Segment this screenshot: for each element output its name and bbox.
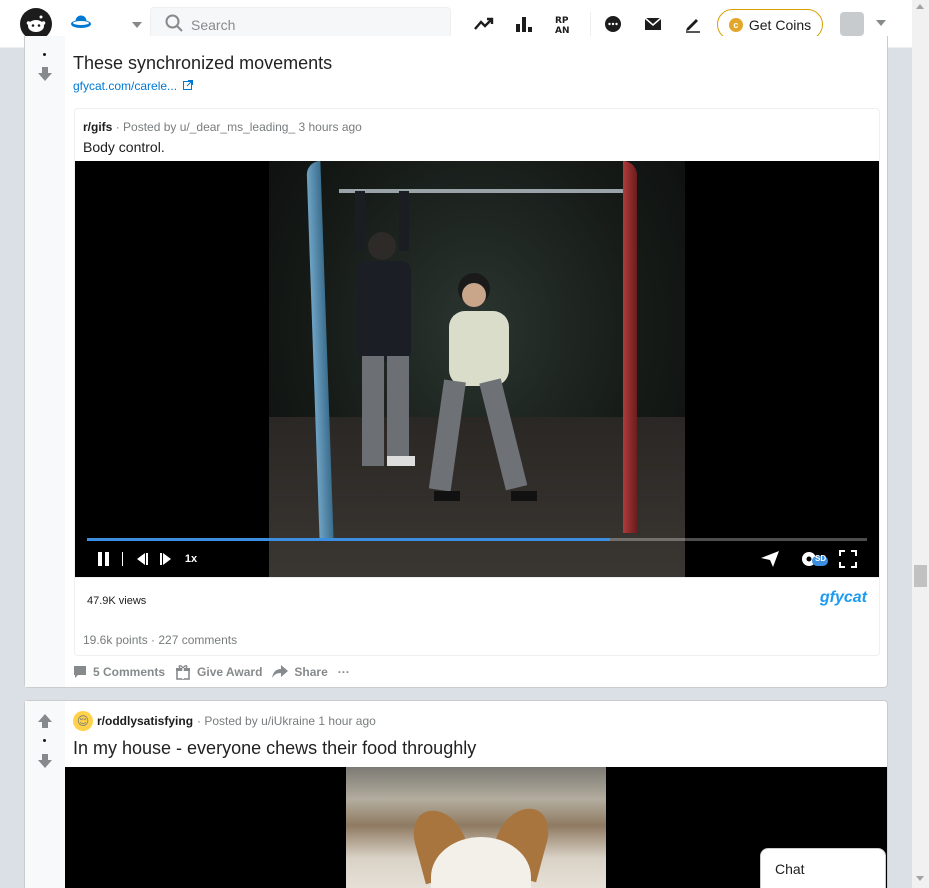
share-label: Share (294, 665, 328, 679)
video-progress-fill[interactable] (87, 538, 610, 541)
vote-column (25, 36, 65, 687)
popular-icon[interactable] (472, 12, 496, 36)
gfycat-logo[interactable]: gfycat (820, 589, 867, 607)
posted-by: · Posted by u/iUkraine 1 hour ago (197, 714, 376, 728)
downvote-icon[interactable] (37, 66, 53, 82)
post-title[interactable]: In my house - everyone chews their food … (73, 738, 476, 759)
subreddit-link[interactable]: r/oddlysatisfying (97, 714, 193, 728)
embed-title[interactable]: Body control. (83, 139, 165, 155)
embedded-post[interactable]: r/gifs · Posted by u/_dear_ms_leading_ 3… (74, 108, 880, 656)
header-divider (590, 12, 591, 36)
chat-label: Chat (775, 861, 805, 877)
send-icon[interactable] (759, 549, 781, 569)
post-actions: 5 Comments Give Award Share ··· (73, 662, 360, 682)
chat-window-tab[interactable]: Chat (760, 848, 886, 888)
create-post-icon[interactable] (681, 12, 705, 36)
scroll-down-arrow-icon[interactable] (916, 876, 924, 881)
vote-score-dot (43, 53, 46, 56)
comments-button[interactable]: 5 Comments (73, 665, 165, 679)
post-card[interactable]: 😌 r/oddlysatisfying · Posted by u/iUkrai… (24, 700, 888, 888)
embed-subreddit[interactable]: r/gifs (83, 120, 112, 134)
quality-settings-icon[interactable]: SD (799, 549, 829, 569)
fullscreen-icon[interactable] (837, 549, 859, 569)
get-coins-label: Get Coins (748, 16, 812, 33)
subreddit-icon[interactable]: 😌 (73, 711, 93, 731)
vote-score-dot (43, 739, 46, 742)
view-count: 47.9K views (87, 595, 147, 607)
playback-speed-button[interactable]: 1x (181, 549, 201, 569)
svg-text:RP: RP (555, 16, 569, 26)
search-icon (165, 14, 183, 37)
search-placeholder: Search (191, 17, 236, 33)
video-pole-right (623, 161, 637, 533)
vote-column (25, 701, 65, 888)
embed-meta: r/gifs · Posted by u/_dear_ms_leading_ 3… (83, 120, 362, 134)
chat-icon[interactable] (601, 12, 625, 36)
post-image-content (346, 767, 606, 888)
upvote-icon[interactable] (37, 713, 53, 729)
give-award-button[interactable]: Give Award (175, 664, 262, 680)
controls-divider (121, 549, 123, 569)
coin-icon: c (728, 17, 743, 32)
comment-icon (74, 666, 86, 678)
video-person-standing (429, 273, 537, 501)
home-feed-dropdown[interactable] (68, 12, 148, 38)
downvote-icon[interactable] (37, 753, 53, 769)
post-meta: 😌 r/oddlysatisfying · Posted by u/iUkrai… (73, 711, 376, 731)
scroll-up-arrow-icon[interactable] (916, 4, 924, 9)
post-link-text: gfycat.com/carele... (73, 79, 178, 93)
embed-footer: 47.9K views gfycat (75, 577, 879, 621)
next-frame-icon[interactable] (157, 549, 175, 569)
embed-posted-by: · Posted by u/_dear_ms_leading_ 3 hours … (115, 120, 362, 134)
embed-stats: 19.6k points · 227 comments (83, 633, 238, 647)
comments-label: 5 Comments (93, 665, 166, 679)
chevron-down-icon (132, 22, 142, 28)
rpan-icon[interactable]: RP AN (552, 12, 576, 36)
scrollbar-thumb[interactable] (914, 565, 927, 587)
post-card[interactable]: These synchronized movements gfycat.com/… (24, 36, 888, 688)
page-scrollbar[interactable] (912, 0, 929, 888)
gift-icon (176, 665, 191, 680)
video-player[interactable]: 1x SD (75, 161, 879, 577)
avatar[interactable] (840, 12, 864, 36)
share-icon (272, 665, 289, 678)
post-title[interactable]: These synchronized movements (73, 53, 332, 74)
give-award-label: Give Award (197, 665, 263, 679)
quality-badge: SD (815, 554, 827, 563)
previous-frame-icon[interactable] (133, 549, 151, 569)
post-link[interactable]: gfycat.com/carele... (73, 79, 194, 93)
mail-icon[interactable] (641, 12, 665, 36)
pause-icon[interactable] (95, 549, 113, 569)
video-person-hanging (355, 191, 415, 466)
svg-text:AN: AN (555, 26, 570, 34)
more-options-button[interactable]: ··· (338, 665, 350, 679)
leaderboard-icon[interactable] (512, 12, 536, 36)
share-button[interactable]: Share (272, 665, 328, 679)
user-menu-chevron-icon[interactable] (876, 20, 886, 26)
video-frame (269, 161, 685, 577)
external-link-icon (183, 79, 194, 93)
